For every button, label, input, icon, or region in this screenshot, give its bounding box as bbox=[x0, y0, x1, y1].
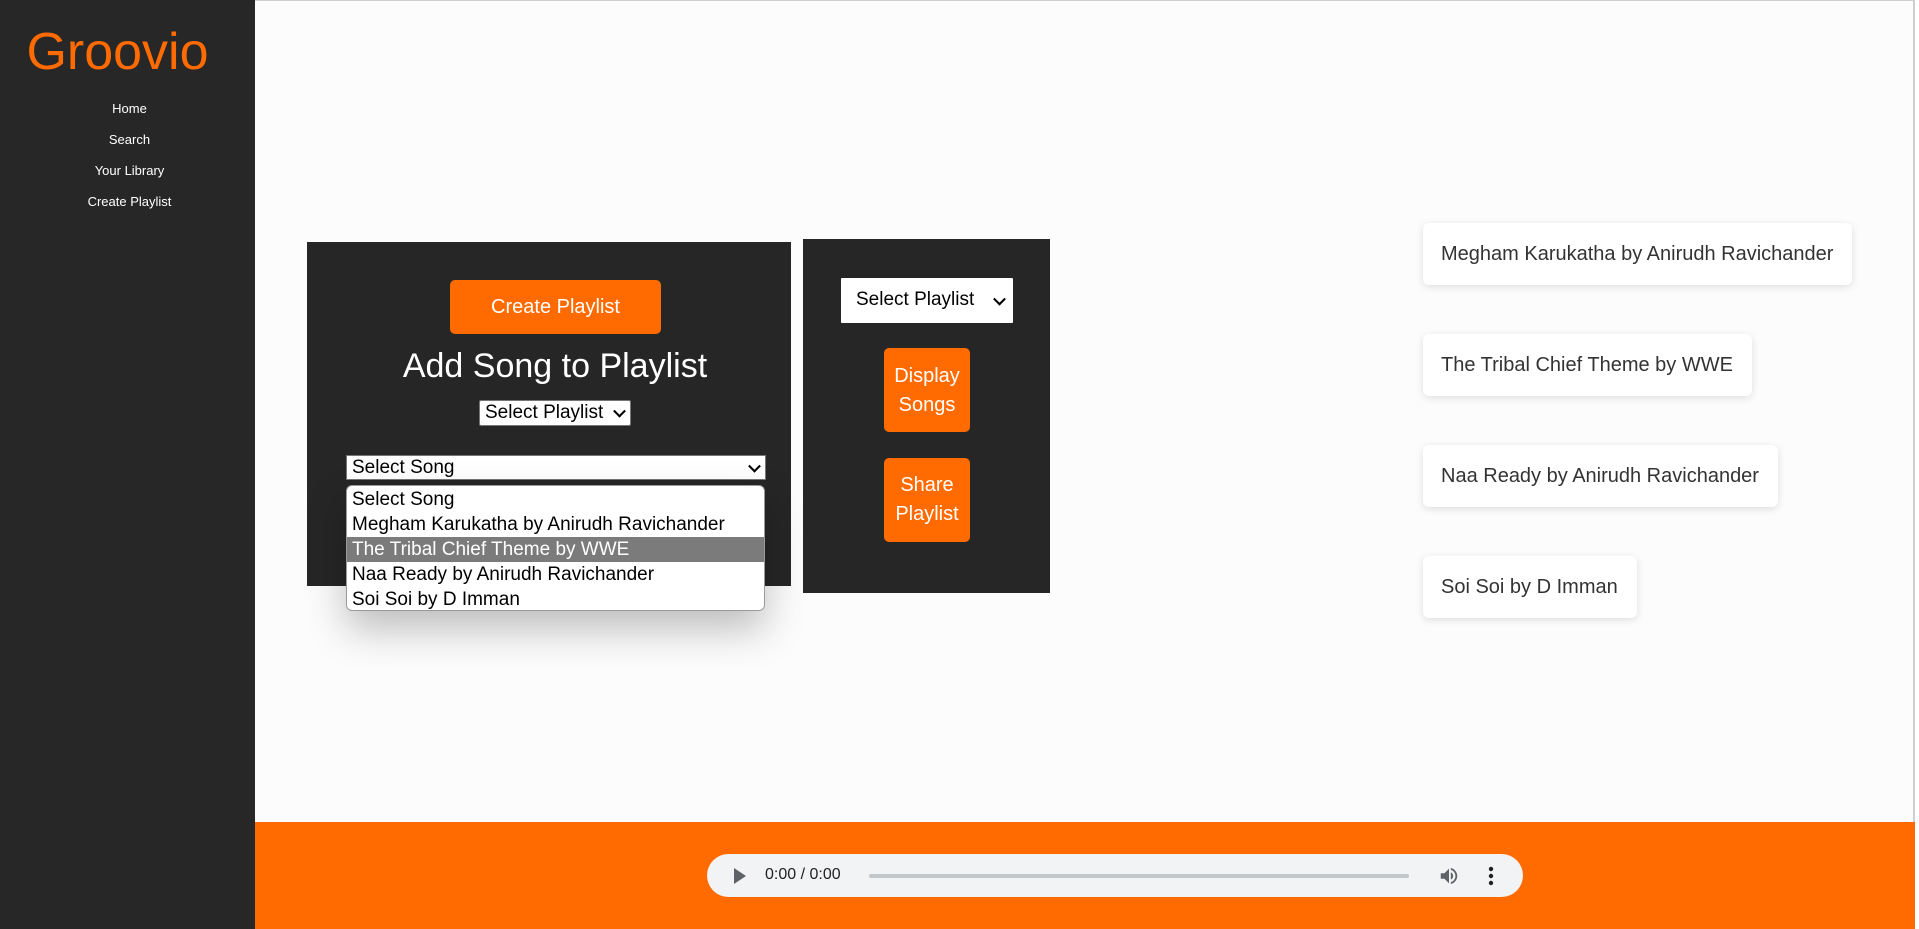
song-card[interactable]: Soi Soi by D Imman bbox=[1423, 556, 1637, 618]
app-root: Groovio Home Search Your Library Create … bbox=[0, 0, 1919, 929]
playlist-select[interactable]: Select Playlist bbox=[479, 400, 631, 426]
volume-icon[interactable] bbox=[1438, 865, 1460, 887]
playback-time: 0:00 / 0:00 bbox=[765, 866, 841, 883]
playlist-select-value: Select Playlist bbox=[485, 402, 604, 423]
share-playlist-label-line1: Share bbox=[900, 474, 954, 496]
play-icon[interactable] bbox=[734, 868, 746, 884]
audio-player: 0:00 / 0:00 bbox=[707, 854, 1523, 897]
display-songs-label-line2: Songs bbox=[898, 394, 956, 416]
playlist-select-display[interactable]: Select Playlist bbox=[841, 278, 1013, 323]
sidebar-item-home[interactable]: Home bbox=[0, 100, 259, 131]
song-card[interactable]: The Tribal Chief Theme by WWE bbox=[1423, 334, 1752, 396]
add-song-title: Add Song to Playlist bbox=[402, 347, 708, 385]
app-logo[interactable]: Groovio bbox=[0, 22, 235, 82]
sidebar: Groovio Home Search Your Library Create … bbox=[0, 0, 255, 929]
display-songs-label-line1: Display bbox=[894, 365, 960, 387]
playlist-select-display-value: Select Playlist bbox=[856, 289, 975, 310]
song-select-value: Select Song bbox=[352, 457, 455, 478]
chevron-down-icon bbox=[993, 292, 1006, 306]
song-card[interactable]: Naa Ready by Anirudh Ravichander bbox=[1423, 445, 1778, 507]
display-songs-button[interactable]: Display Songs bbox=[884, 348, 970, 432]
song-option-highlighted[interactable]: The Tribal Chief Theme by WWE bbox=[347, 537, 764, 562]
seek-bar[interactable] bbox=[869, 874, 1409, 878]
sidebar-item-create-playlist[interactable]: Create Playlist bbox=[0, 193, 259, 224]
song-option[interactable]: Soi Soi by D Imman bbox=[347, 587, 764, 610]
sidebar-item-your-library[interactable]: Your Library bbox=[0, 162, 259, 193]
sidebar-nav: Home Search Your Library Create Playlist bbox=[0, 100, 259, 224]
more-options-icon[interactable] bbox=[1487, 865, 1495, 887]
sidebar-item-search[interactable]: Search bbox=[0, 131, 259, 162]
song-option[interactable]: Naa Ready by Anirudh Ravichander bbox=[347, 562, 764, 587]
song-dropdown-list: Select Song Megham Karukatha by Anirudh … bbox=[346, 485, 765, 611]
chevron-down-icon bbox=[748, 459, 761, 473]
song-card[interactable]: Megham Karukatha by Anirudh Ravichander bbox=[1423, 223, 1853, 285]
song-option[interactable]: Select Song bbox=[347, 487, 764, 512]
share-playlist-label-line2: Playlist bbox=[895, 503, 959, 525]
create-playlist-button[interactable]: Create Playlist bbox=[450, 280, 661, 334]
share-playlist-button[interactable]: Share Playlist bbox=[884, 458, 970, 542]
song-option[interactable]: Megham Karukatha by Anirudh Ravichander bbox=[347, 512, 764, 537]
chevron-down-icon bbox=[613, 404, 626, 418]
song-select[interactable]: Select Song bbox=[346, 455, 766, 480]
